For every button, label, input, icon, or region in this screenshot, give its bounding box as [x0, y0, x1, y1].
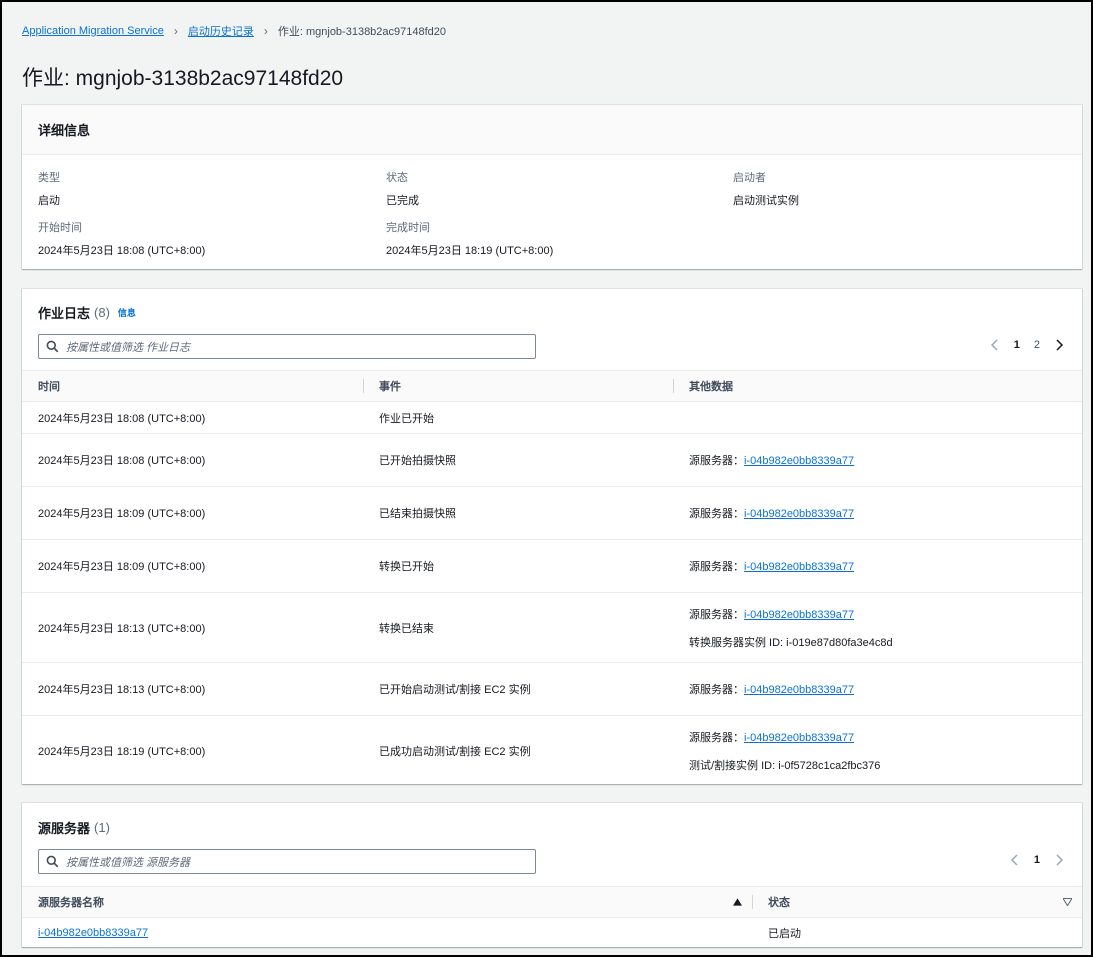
detail-label: 启动者 [733, 172, 766, 184]
column-header-server-name[interactable]: 源服务器名称 [22, 886, 752, 918]
cell-event: 已结束拍摄快照 [363, 486, 673, 540]
cell-event: 已开始启动测试/割接 EC2 实例 [363, 662, 673, 716]
source-server-link[interactable]: i-04b982e0bb8339a77 [744, 455, 854, 467]
page-title: 作业: mgnjob-3138b2ac97148fd20 [22, 67, 344, 90]
source-servers-count: (1) [94, 820, 110, 835]
detail-value: 启动测试实例 [733, 195, 799, 207]
cell-time: 2024年5月23日 18:19 (UTC+8:00) [38, 745, 206, 758]
job-log-table: 时间 事件 其他数据 2024年5月23日 18:08 (UTC+8:00) 作… [22, 370, 1082, 786]
job-log-title: 作业日志 [38, 306, 91, 321]
source-server-link[interactable]: i-04b982e0bb8339a77 [38, 927, 148, 939]
cell-time: 2024年5月23日 18:09 (UTC+8:00) [22, 486, 363, 540]
detail-value: 2024年5月23日 18:08 (UTC+8:00) [38, 245, 206, 257]
chevron-right-icon[interactable] [1054, 339, 1064, 351]
job-log-header: 作业日志 (8) 信息 [22, 289, 1082, 336]
conversion-instance-id: 转换服务器实例 ID: i-019e87d80fa3e4c8d [689, 636, 893, 649]
source-servers-title: 源服务器 [38, 821, 91, 836]
search-icon [46, 340, 59, 353]
page-1-button[interactable]: 1 [1014, 339, 1020, 351]
cell-time: 2024年5月23日 18:09 (UTC+8:00) [22, 539, 363, 593]
detail-value: 已完成 [386, 195, 419, 207]
detail-value: 2024年5月23日 18:19 (UTC+8:00) [386, 245, 554, 257]
cell-time: 2024年5月23日 18:08 (UTC+8:00) [22, 433, 363, 487]
search-icon [46, 855, 59, 868]
detail-value: 启动 [38, 195, 60, 207]
cell-event: 转换已结束 [363, 592, 673, 663]
source-servers-search-input[interactable]: 按属性或值筛选 源服务器 [38, 849, 536, 874]
detail-start-time: 开始时间 2024年5月23日 18:08 (UTC+8:00) [38, 219, 205, 258]
cell-other-data: 源服务器：i-04b982e0bb8339a77 [673, 662, 1082, 716]
cell-other-data: 源服务器：i-04b982e0bb8339a77 [673, 539, 1082, 593]
cell-event: 转换已开始 [363, 539, 673, 593]
cell-time: 2024年5月23日 18:13 (UTC+8:00) [22, 662, 363, 716]
breadcrumb-link-launch-history[interactable]: 启动历史记录 [188, 23, 254, 39]
source-server-link[interactable]: i-04b982e0bb8339a77 [744, 732, 854, 744]
detail-label: 完成时间 [386, 222, 430, 234]
detail-label: 开始时间 [38, 222, 82, 234]
source-server-link[interactable]: i-04b982e0bb8339a77 [744, 561, 854, 573]
source-server-link[interactable]: i-04b982e0bb8339a77 [744, 508, 854, 520]
table-row: i-04b982e0bb8339a77 已启动 [22, 918, 1082, 949]
table-row: 2024年5月23日 18:08 (UTC+8:00) 已开始拍摄快照 源服务器… [22, 433, 1082, 487]
detail-end-time: 完成时间 2024年5月23日 18:19 (UTC+8:00) [386, 219, 553, 258]
chevron-left-icon[interactable] [1010, 854, 1020, 866]
cell-other-data: 源服务器：i-04b982e0bb8339a77 转换服务器实例 ID: i-0… [673, 592, 1082, 663]
details-card: 详细信息 类型 启动 状态 已完成 启动者 启动测试实例 开始时间 2024年5… [22, 105, 1082, 269]
cell-server-name: i-04b982e0bb8339a77 [22, 918, 752, 949]
cell-time: 2024年5月23日 18:13 (UTC+8:00) [22, 592, 363, 663]
cell-other-data: 源服务器：i-04b982e0bb8339a77 [673, 486, 1082, 540]
job-log-card: 作业日志 (8) 信息 按属性或值筛选 作业日志 1 2 时间 事件 其他数据 … [22, 289, 1082, 784]
column-header-event: 事件 [363, 370, 673, 402]
job-log-count: (8) [94, 305, 110, 320]
job-log-search-input[interactable]: 按属性或值筛选 作业日志 [38, 334, 536, 359]
cell-other-data [673, 401, 1082, 434]
cell-time: 2024年5月23日 18:08 (UTC+8:00) [22, 401, 363, 434]
detail-initiated-by: 启动者 启动测试实例 [733, 169, 799, 208]
cell-status: 已启动 [768, 928, 801, 941]
source-server-link[interactable]: i-04b982e0bb8339a77 [744, 684, 854, 696]
job-log-pagination: 1 2 [990, 339, 1064, 351]
search-placeholder: 按属性或值筛选 作业日志 [66, 341, 191, 354]
source-server-link[interactable]: i-04b982e0bb8339a77 [744, 609, 854, 621]
column-header-other-data: 其他数据 [673, 370, 1082, 402]
table-row: 2024年5月23日 18:13 (UTC+8:00) 转换已结束 源服务器：i… [22, 592, 1082, 663]
source-servers-table: 源服务器名称 状态 i-04b982e0bb8339a77 已启动 [22, 886, 1082, 949]
chevron-left-icon[interactable] [990, 339, 1000, 351]
info-link[interactable]: 信息 [118, 306, 136, 319]
test-instance-id: 测试/割接实例 ID: i-0f5728c1ca2fbc376 [689, 759, 881, 772]
source-servers-pagination: 1 [1010, 854, 1064, 866]
table-row: 2024年5月23日 18:19 (UTC+8:00) 已成功启动测试/割接 E… [22, 716, 1082, 786]
detail-status: 状态 已完成 [386, 169, 419, 208]
column-header-time: 时间 [22, 370, 363, 402]
cell-other-data: 源服务器：i-04b982e0bb8339a77 [673, 433, 1082, 487]
details-header: 详细信息 [22, 105, 1082, 155]
table-row: 2024年5月23日 18:08 (UTC+8:00) 作业已开始 [22, 401, 1082, 434]
source-servers-header: 源服务器 (1) [22, 803, 1082, 851]
cell-other-data: 源服务器：i-04b982e0bb8339a77 测试/割接实例 ID: i-0… [673, 716, 1082, 786]
table-row: 2024年5月23日 18:09 (UTC+8:00) 转换已开始 源服务器：i… [22, 539, 1082, 593]
sort-icon[interactable] [1063, 898, 1072, 906]
source-servers-card: 源服务器 (1) 按属性或值筛选 源服务器 1 源服务器名称 状态 i-04b9… [22, 803, 1082, 947]
page-1-button[interactable]: 1 [1034, 854, 1040, 866]
breadcrumb-link-mgn[interactable]: Application Migration Service [22, 25, 164, 37]
search-placeholder: 按属性或值筛选 源服务器 [66, 856, 191, 869]
cell-event: 已开始拍摄快照 [363, 433, 673, 487]
detail-label: 类型 [38, 172, 60, 184]
sort-ascending-icon[interactable] [733, 898, 742, 906]
breadcrumb-current: 作业: mgnjob-3138b2ac97148fd20 [277, 26, 447, 38]
detail-type: 类型 启动 [38, 169, 60, 208]
chevron-right-icon: › [263, 24, 268, 38]
column-header-status[interactable]: 状态 [752, 886, 1082, 918]
breadcrumb: Application Migration Service › 启动历史记录 ›… [22, 23, 446, 39]
detail-label: 状态 [386, 172, 408, 184]
table-row: 2024年5月23日 18:13 (UTC+8:00) 已开始启动测试/割接 E… [22, 662, 1082, 716]
cell-event: 作业已开始 [363, 401, 673, 434]
table-row: 2024年5月23日 18:09 (UTC+8:00) 已结束拍摄快照 源服务器… [22, 486, 1082, 540]
cell-event: 已成功启动测试/割接 EC2 实例 [379, 745, 531, 758]
chevron-right-icon: › [173, 24, 178, 38]
page-2-button[interactable]: 2 [1034, 339, 1040, 351]
details-title: 详细信息 [38, 123, 91, 138]
chevron-right-icon[interactable] [1054, 854, 1064, 866]
